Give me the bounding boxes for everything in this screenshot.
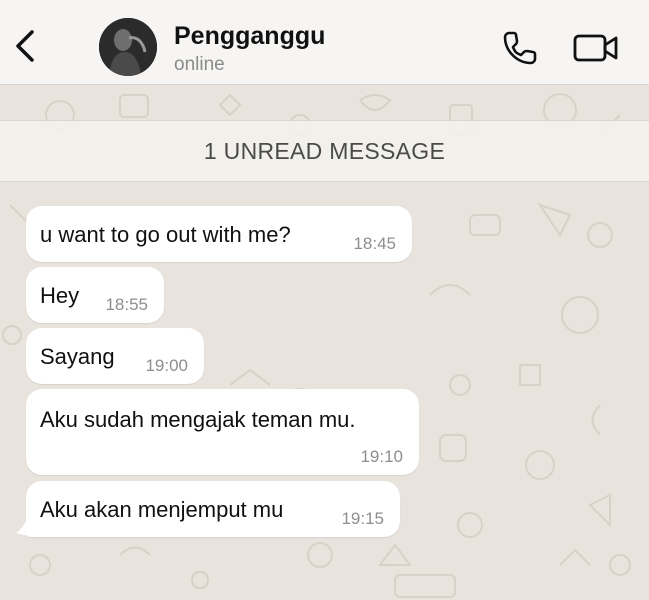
avatar[interactable] (99, 18, 157, 76)
unread-message-banner: 1 UNREAD MESSAGE (0, 120, 649, 182)
message-text: Aku sudah mengajak teman mu. (40, 407, 356, 432)
voice-call-button[interactable] (500, 28, 540, 68)
message-bubble[interactable]: Hey 18:55 (26, 267, 164, 323)
contact-status: online (174, 54, 225, 75)
chat-header: Pengganggu online (0, 0, 649, 85)
phone-icon (503, 31, 537, 65)
chat-area[interactable]: 1 UNREAD MESSAGE u want to go out with m… (0, 85, 649, 600)
message-text: Sayang (40, 344, 115, 369)
message-bubble[interactable]: Sayang 19:00 (26, 328, 204, 384)
message-time: 18:45 (353, 234, 396, 253)
message-time: 19:10 (360, 447, 403, 466)
video-call-button[interactable] (572, 32, 620, 64)
message-bubble[interactable]: Aku akan menjemput mu 19:15 (26, 481, 400, 537)
back-button[interactable] (8, 24, 44, 64)
contact-name[interactable]: Pengganggu (174, 22, 325, 51)
message-bubble[interactable]: u want to go out with me? 18:45 (26, 206, 412, 262)
chevron-left-icon (16, 30, 34, 62)
message-time: 19:15 (341, 509, 384, 528)
message-time: 18:55 (105, 295, 148, 314)
message-text: Hey (40, 283, 80, 308)
message-text: u want to go out with me? (40, 222, 291, 247)
message-time: 19:00 (145, 356, 188, 375)
message-text: Aku akan menjemput mu (40, 497, 284, 522)
message-bubble[interactable]: Aku sudah mengajak teman mu. 19:10 (26, 389, 419, 475)
video-camera-icon (573, 34, 618, 62)
avatar-photo (99, 18, 157, 76)
